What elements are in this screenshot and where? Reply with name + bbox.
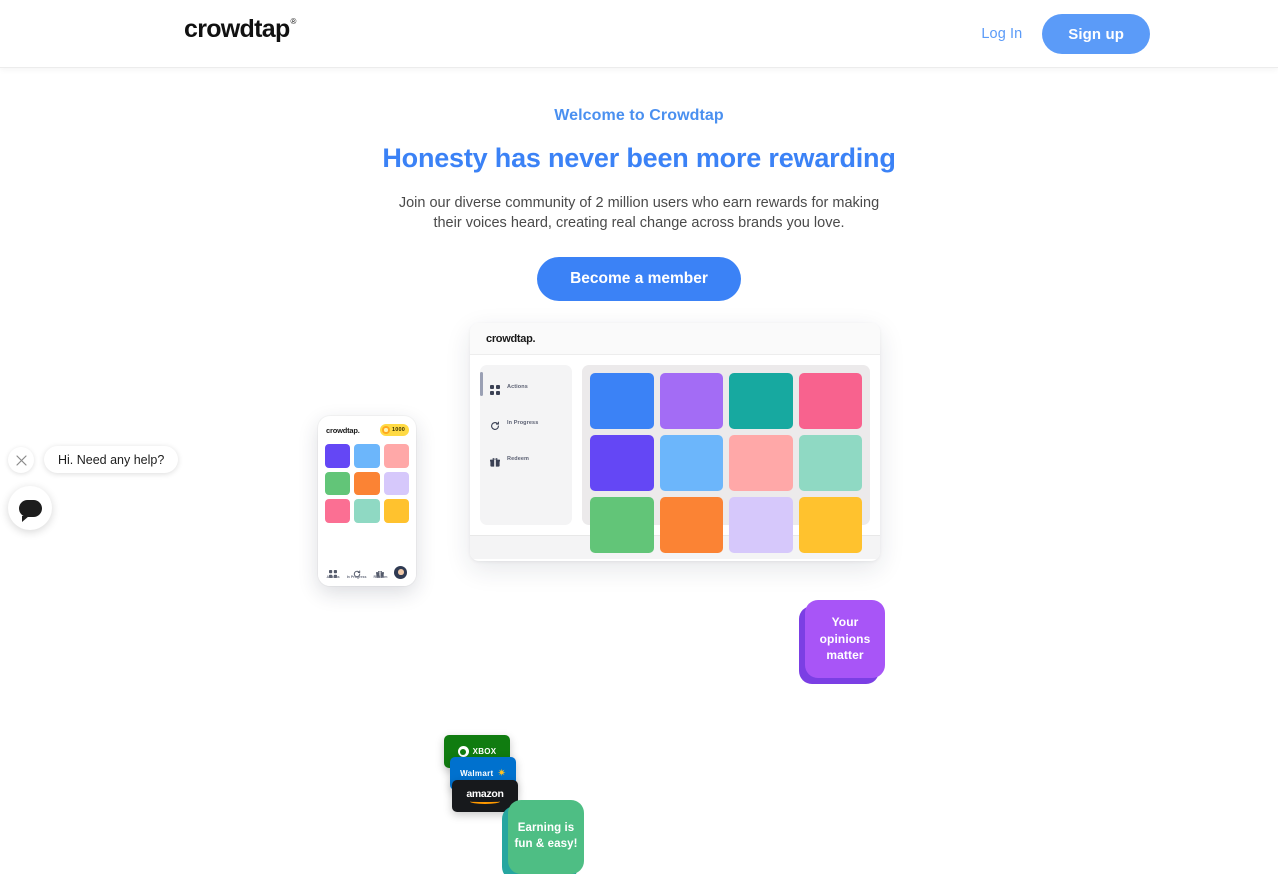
phone-action-tile[interactable] <box>383 471 409 496</box>
registered-trademark-icon: ® <box>290 17 297 26</box>
points-value: 1000 <box>391 427 405 433</box>
desktop-mockup-header: crowdtap. <box>470 323 880 355</box>
action-tile[interactable] <box>729 434 793 491</box>
hero-illustration: crowdtap. Actions In Progress Redeem XBO… <box>0 295 1278 874</box>
phone-bottom-nav: Actions In Progress Redeem <box>318 560 416 586</box>
action-tile[interactable] <box>659 496 723 553</box>
header-actions: Log In Sign up <box>981 0 1150 68</box>
desktop-app-mockup: crowdtap. Actions In Progress Redeem <box>470 323 880 561</box>
login-link[interactable]: Log In <box>981 26 1022 42</box>
desktop-mockup-logo: crowdtap. <box>486 332 536 345</box>
brand-logo-text: crowdtap <box>184 15 290 43</box>
phone-action-tile-grid <box>318 442 416 523</box>
phone-nav-label-actions: Actions <box>326 575 340 579</box>
sidebar-item-in-progress[interactable]: In Progress <box>480 411 572 435</box>
phone-nav-item-redeem[interactable]: Redeem <box>373 565 387 579</box>
desktop-mockup-content <box>582 365 870 553</box>
action-tile[interactable] <box>729 373 793 429</box>
site-header: crowdtap ® Log In Sign up <box>0 0 1278 68</box>
gift-card-label-xbox: XBOX <box>472 747 497 756</box>
callout-badge-earning: Earning is fun & easy! <box>508 800 584 874</box>
sidebar-item-actions[interactable]: Actions <box>480 372 572 399</box>
hero-section: Welcome to Crowdtap Honesty has never be… <box>0 68 1278 302</box>
close-icon <box>15 454 27 466</box>
signup-button[interactable]: Sign up <box>1042 14 1150 54</box>
sidebar-label-redeem: Redeem <box>507 456 529 462</box>
xbox-logo-icon <box>457 746 469 757</box>
page-title: Honesty has never been more rewarding <box>382 143 896 173</box>
action-tile-grid <box>590 373 862 553</box>
refresh-icon <box>490 418 500 430</box>
phone-mockup-header: crowdtap. 1000 <box>318 416 416 442</box>
sidebar-label-in-progress: In Progress <box>507 420 539 426</box>
phone-action-tile[interactable] <box>325 444 351 468</box>
brand-logo[interactable]: crowdtap ® <box>184 17 296 42</box>
action-tile[interactable] <box>798 496 862 553</box>
phone-app-mockup: crowdtap. 1000 Actions In Progress Redee… <box>318 416 416 586</box>
callout-badge-opinions: Your opinions matter <box>805 600 885 678</box>
phone-action-tile[interactable] <box>325 471 351 496</box>
phone-mockup-logo: crowdtap. <box>326 425 360 435</box>
chat-greeting-bubble[interactable]: Hi. Need any help? <box>44 446 179 473</box>
phone-nav-label-in-progress: In Progress <box>346 575 367 579</box>
action-tile[interactable] <box>659 434 723 491</box>
amazon-smile-icon <box>469 799 500 804</box>
sidebar-label-actions: Actions <box>507 384 528 390</box>
phone-action-tile[interactable] <box>354 471 380 496</box>
action-tile[interactable] <box>798 434 862 491</box>
action-tile[interactable] <box>798 373 862 429</box>
action-tile[interactable] <box>590 373 654 429</box>
walmart-spark-icon: ✷ <box>497 767 506 779</box>
phone-action-tile[interactable] <box>354 444 380 468</box>
gift-card-label-walmart: Walmart <box>460 769 494 778</box>
phone-nav-label-redeem: Redeem <box>373 575 388 579</box>
action-tile[interactable] <box>590 434 654 491</box>
chat-launcher-button[interactable] <box>8 486 52 530</box>
desktop-mockup-sidebar: Actions In Progress Redeem <box>480 365 572 525</box>
phone-nav-item-actions[interactable]: Actions <box>327 565 340 579</box>
phone-action-tile[interactable] <box>383 499 409 523</box>
coin-icon <box>381 426 390 434</box>
chat-bubble-icon <box>18 499 42 522</box>
gift-icon <box>490 454 500 467</box>
hero-subcopy: Join our diverse community of 2 million … <box>398 195 880 231</box>
sidebar-item-redeem[interactable]: Redeem <box>480 447 572 471</box>
chat-close-button[interactable] <box>8 447 34 473</box>
phone-action-tile[interactable] <box>354 499 380 523</box>
desktop-mockup-body: Actions In Progress Redeem <box>470 355 880 553</box>
grid-icon <box>490 382 500 395</box>
action-tile[interactable] <box>659 373 723 429</box>
action-tile[interactable] <box>729 496 793 553</box>
grid-icon <box>329 565 338 578</box>
phone-action-tile[interactable] <box>325 499 351 523</box>
avatar[interactable] <box>394 565 408 579</box>
refresh-icon <box>353 565 361 578</box>
phone-action-tile[interactable] <box>383 444 409 468</box>
gift-icon <box>376 565 385 578</box>
action-tile[interactable] <box>590 496 654 553</box>
hero-eyebrow: Welcome to Crowdtap <box>554 107 724 124</box>
points-badge: 1000 <box>379 424 409 436</box>
phone-nav-item-in-progress[interactable]: In Progress <box>346 565 367 579</box>
